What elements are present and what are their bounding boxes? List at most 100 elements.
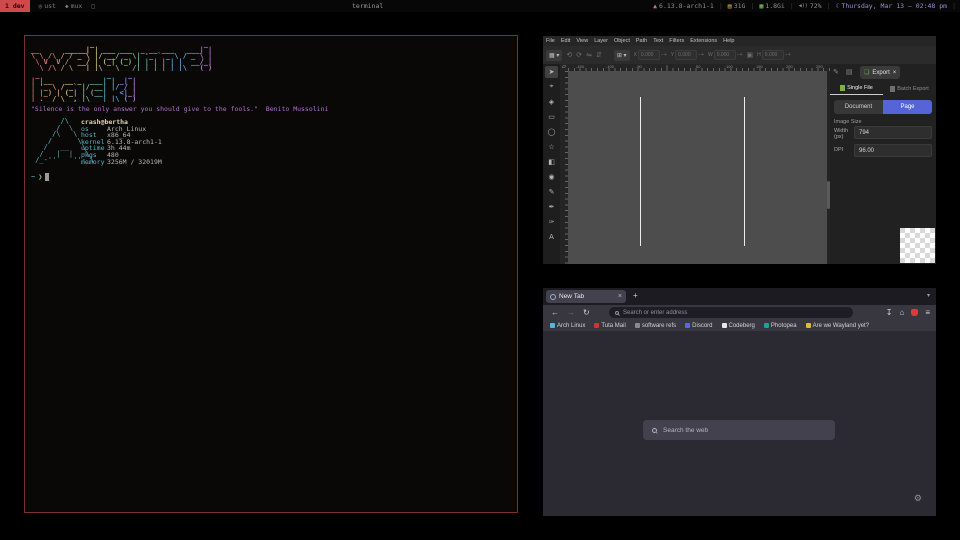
url-bar[interactable]: Search or enter address [609,307,853,318]
tool-rectangle[interactable]: ▭ [545,111,558,123]
home-button[interactable]: ⌂ [899,308,904,317]
tool-selector[interactable]: ➤ [545,66,558,78]
browser-window[interactable]: New Tab × + ▾ ← → ↻ Search or enter addr… [543,288,936,516]
document-button[interactable]: Document [834,100,883,114]
inkscape-window[interactable]: File Edit View Layer Object Path Text Fi… [543,36,936,264]
workspace-item-mux[interactable]: ◆ mux [65,2,82,10]
tool-node-editor[interactable]: ⌖ [545,81,558,93]
forward-button[interactable]: → [567,308,575,317]
horizontal-ruler[interactable]: -150 -100 -50 0 50 100 150 200 250 [568,64,830,71]
flip-vertical-icon[interactable]: ⇵ [596,51,602,59]
workspace-item-empty[interactable]: □ [91,3,95,10]
tab-new-tab[interactable]: New Tab × [546,290,626,303]
tab-list-chevron-icon[interactable]: ▾ [927,292,930,299]
flip-horizontal-icon[interactable]: ⇋ [586,51,592,59]
export-area-buttons: Document Page [834,100,932,114]
document-desk[interactable] [568,71,830,264]
export-mode-tabs: Single File Batch Export [830,82,936,95]
image-size-heading: Image Size [834,119,862,125]
reload-button[interactable]: ↻ [583,308,590,317]
menu-path[interactable]: Path [636,38,647,44]
new-tab-page: Search the web ⚙ [543,331,936,516]
menu-layer[interactable]: Layer [594,38,608,44]
vertical-ruler[interactable] [560,71,568,264]
web-search-box[interactable]: Search the web [643,420,835,440]
menu-help[interactable]: Help [723,38,734,44]
x-value[interactable]: 0.000 [638,50,660,60]
workspace-label: ust [44,2,56,10]
width-field[interactable]: W 0.000−+ [708,50,743,60]
menu-file[interactable]: File [546,38,555,44]
menu-view[interactable]: View [576,38,588,44]
canvas-area[interactable]: ▱ -150 -100 -50 0 50 100 150 200 250 [560,64,830,264]
downloads-button[interactable]: ↧ [886,308,893,317]
back-button[interactable]: ← [551,308,559,317]
grid-icon: ▦ [549,53,555,59]
close-icon[interactable]: × [893,70,897,76]
menu-filters[interactable]: Filters [669,38,684,44]
menu-edit[interactable]: Edit [561,38,570,44]
layers-dialog-icon[interactable]: ▤ [846,68,853,76]
y-value[interactable]: 0.000 [675,50,697,60]
tab-single-file[interactable]: Single File [830,82,883,95]
ublock-extension-icon[interactable] [911,309,918,316]
tab-bar: New Tab × + ▾ [543,288,936,305]
rotate-ccw-icon[interactable]: ⟲ [566,51,572,59]
spin-buttons[interactable]: −+ [737,52,743,58]
workspace-item-ust[interactable]: ◎ ust [39,2,56,10]
menu-object[interactable]: Object [614,38,630,44]
menu-extensions[interactable]: Extensions [690,38,717,44]
tab-batch-export[interactable]: Batch Export [883,82,936,95]
lock-ratio-icon[interactable]: ▣ [747,51,754,59]
ruler-tick: 250 [816,64,823,69]
height-field[interactable]: H 0.000−+ [757,50,790,60]
export-width-input[interactable]: 794 [854,126,932,139]
search-icon [652,428,657,433]
bookmark-photopea[interactable]: Photopea [764,323,797,329]
tool-star[interactable]: ☆ [545,141,558,153]
rotate-cw-icon[interactable]: ⟳ [576,51,582,59]
workspace-label: mux [71,2,83,10]
tool-ellipse[interactable]: ◯ [545,126,558,138]
bookmark-are-we-wayland-yet[interactable]: Are we Wayland yet? [806,323,869,329]
menu-text[interactable]: Text [653,38,663,44]
fetch-value: 3256M / 32019M [107,159,162,166]
volume-level: 72% [810,2,822,10]
bookmark-folder-software-refs[interactable]: software refs [635,323,676,329]
export-dpi-input[interactable]: 96.00 [854,144,932,157]
align-dropdown[interactable]: ⊞ ▾ [614,50,630,61]
tool-calligraphy[interactable]: ✑ [545,216,558,228]
shell-prompt[interactable]: ~ ❯ [31,173,49,181]
x-coordinate-field[interactable]: X 0.000−+ [634,50,667,60]
y-coordinate-field[interactable]: Y 0.000−+ [671,50,704,60]
tool-shape-builder[interactable]: ◈ [545,96,558,108]
tool-pencil[interactable]: ✎ [545,186,558,198]
ruler-tick: -50 [636,64,642,69]
personalize-gear-icon[interactable]: ⚙ [914,493,922,504]
tool-text[interactable]: A [545,231,558,243]
export-dialog-tab[interactable]: ❏ Export × [860,66,900,79]
spin-buttons[interactable]: −+ [661,52,667,58]
bookmark-discord[interactable]: Discord [685,323,712,329]
bookmark-codeberg[interactable]: Codeberg [722,323,755,329]
w-value[interactable]: 0.000 [714,50,736,60]
workspace-active[interactable]: 1 dev [0,0,30,12]
tool-pen[interactable]: ✒ [545,201,558,213]
bookmark-label: software refs [642,323,676,329]
page-button[interactable]: Page [883,100,932,114]
kernel-version: 6.13.8-arch1-1 [659,2,714,10]
terminal-window[interactable]: _ _ __ _____| | ___ ___ _ __ ___ ___| | … [24,35,518,513]
tool-spiral[interactable]: ◉ [545,171,558,183]
edit-dialog-icon[interactable]: ✎ [833,68,839,76]
bookmark-tuta-mail[interactable]: Tuta Mail [594,323,625,329]
new-tab-button[interactable]: + [633,291,638,300]
select-mode-dropdown[interactable]: ▦ ▾ [546,50,562,61]
spin-buttons[interactable]: −+ [698,52,704,58]
menu-button[interactable]: ≡ [925,308,930,317]
h-value[interactable]: 0.000 [762,50,784,60]
tool-3dbox[interactable]: ◧ [545,156,558,168]
folder-icon [635,323,640,328]
bookmark-arch-linux[interactable]: Arch Linux [550,323,585,329]
spin-buttons[interactable]: −+ [785,52,791,58]
tab-close-icon[interactable]: × [618,293,622,300]
